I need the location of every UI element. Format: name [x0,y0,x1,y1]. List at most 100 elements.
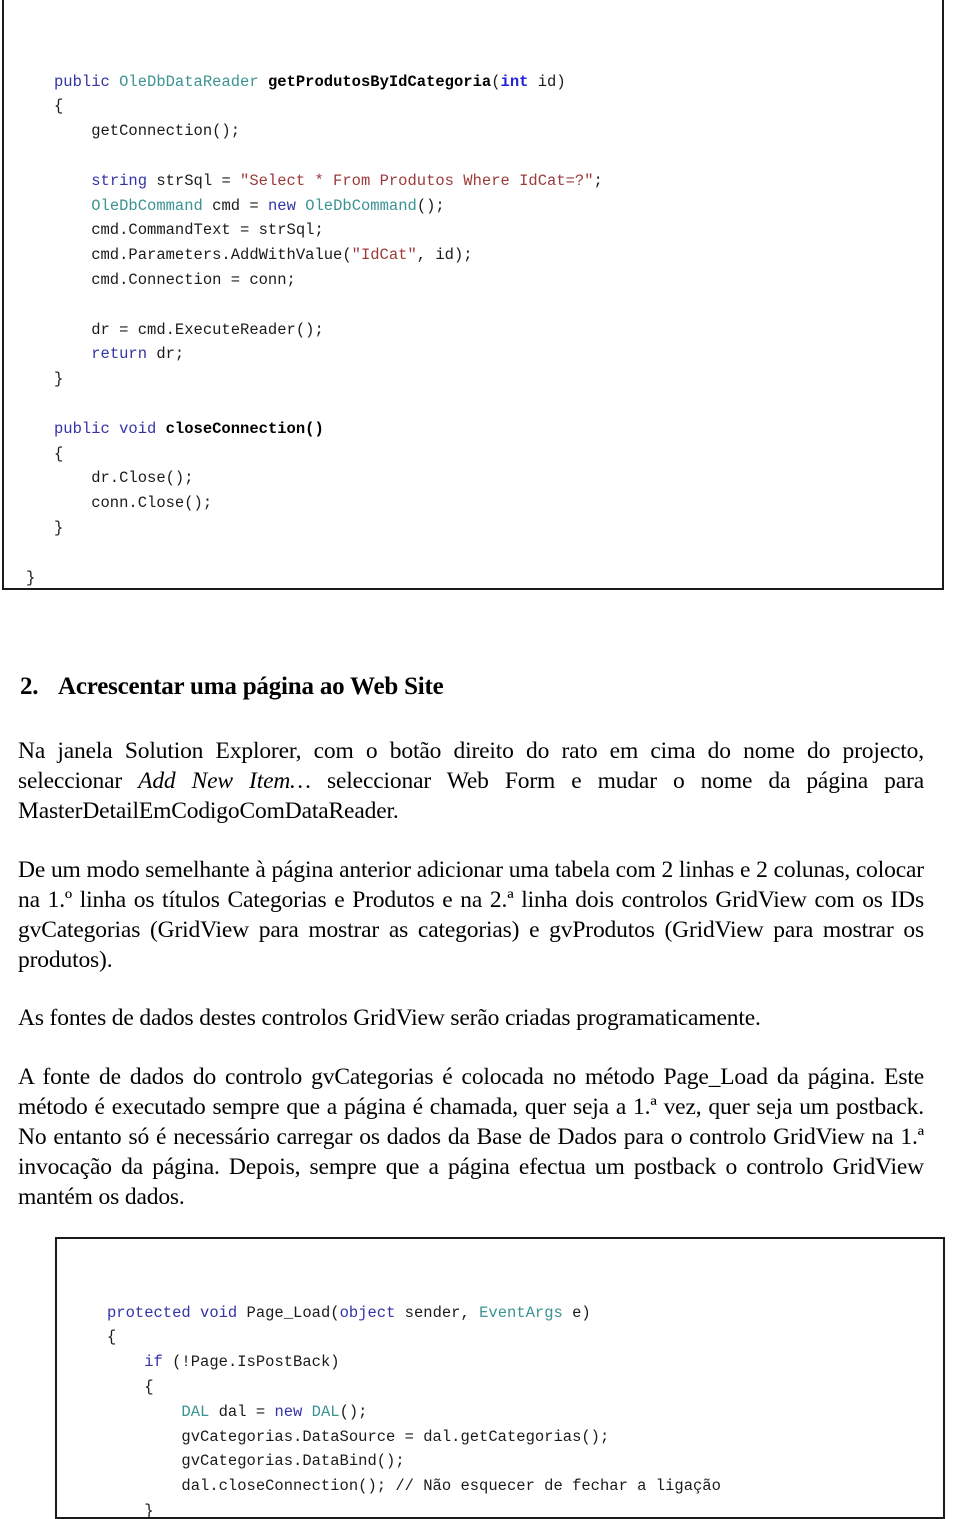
code-token: conn.Close(); [54,494,213,513]
section-heading-2: 2. Acrescentar uma página ao Web Site [20,672,920,702]
code-token: gvCategorias.DataBind(); [107,1452,405,1471]
code-token: public void [54,419,166,438]
code-token: OleDbCommand [305,196,417,215]
code-token: string [91,171,148,190]
code-token: ( [330,1303,340,1322]
code-token: return [91,345,148,364]
code-line: OleDbCommand cmd = new OleDbCommand(); [54,194,942,219]
code-block-page-load: protected void Page_Load(object sender, … [55,1237,945,1519]
code-token: ( [491,72,501,91]
paragraph-fontes-de-dados: As fontes de dados destes controlos Grid… [18,1005,761,1031]
code-token: closeConnection() [165,419,324,438]
code-token: { [54,444,64,463]
code-line: gvCategorias.DataSource = dal.getCategor… [107,1425,943,1450]
code-token: getProdutosByIdCategoria [267,72,492,91]
code-line: public void closeConnection() [54,417,942,442]
code-token: id) [528,72,566,91]
code-line: { [107,1375,943,1400]
code-line: } [54,367,942,392]
code-token: OleDbCommand [91,196,203,215]
code-line: dr.Close(); [54,466,942,491]
code-token: e) [562,1303,591,1322]
code-line: string strSql = "Select * From Produtos … [54,169,942,194]
code-line: cmd.Parameters.AddWithValue("IdCat", id)… [54,243,942,268]
code-token: dr = cmd.ExecuteReader(); [54,320,324,339]
code-line: gvCategorias.DataBind(); [107,1449,943,1474]
code-line: public OleDbDataReader getProdutosByIdCa… [54,70,942,95]
code-line: { [54,442,942,467]
code-line [54,541,942,566]
code-line: cmd.Connection = conn; [54,268,942,293]
code-token: { [107,1328,117,1347]
code-line: } [54,516,942,541]
code-token: gvCategorias.DataSource = dal.getCategor… [107,1427,610,1446]
code-token: strSql = [147,171,241,190]
paragraph-tabela: De um modo semelhante à página anterior … [18,857,924,973]
code-token: protected void [107,1303,247,1322]
code-token: if [144,1353,163,1372]
code-token: dr.Close(); [54,469,194,488]
code-line: dr = cmd.ExecuteReader(); [54,318,942,343]
code-block-dal-methods: public OleDbDataReader getProdutosByIdCa… [2,0,944,590]
code-block-dal-methods-content: public OleDbDataReader getProdutosByIdCa… [4,46,942,588]
code-token: "IdCat" [351,246,417,265]
code-token: cmd.CommandText = strSql; [54,221,324,240]
code-line: getConnection(); [54,119,942,144]
code-line: if (!Page.IsPostBack) [107,1350,943,1375]
code-token: DAL [181,1402,210,1421]
code-token: } [26,568,36,587]
code-token: new [267,196,296,215]
code-line: } [26,566,942,588]
section-heading-2-text: Acrescentar uma página ao Web Site [58,673,444,700]
code-token: EventArgs [479,1303,563,1322]
code-token: cmd.Connection = conn; [54,270,296,289]
code-token: OleDbDataReader [119,72,268,91]
code-token: { [107,1377,154,1396]
code-token: (); [416,196,445,215]
code-token: new [274,1402,303,1421]
code-line: cmd.CommandText = strSql; [54,218,942,243]
code-line: return dr; [54,342,942,367]
document-page: public OleDbDataReader getProdutosByIdCa… [0,0,960,1519]
code-token: sender, [395,1303,480,1322]
paragraph-page-load: A fonte de dados do controlo gvCategoria… [18,1064,924,1210]
code-token: , id); [416,246,473,265]
code-token: cmd.Parameters.AddWithValue( [54,246,352,265]
code-token: public [54,72,120,91]
code-token: cmd = [202,196,268,215]
code-line [54,392,942,417]
code-line: protected void Page_Load(object sender, … [107,1301,943,1326]
code-token: (); [339,1402,368,1421]
code-token: dr; [147,345,185,364]
code-token: "Select * From Produtos Where IdCat=?" [240,171,594,190]
code-line [54,144,942,169]
code-token: dal.closeConnection(); // Não esquecer d… [107,1477,721,1496]
paragraph-solution-explorer-italic: Add New Item… [138,768,311,794]
code-token: } [107,1501,154,1519]
code-token: Page_Load [246,1303,331,1322]
code-line: DAL dal = new DAL(); [107,1400,943,1425]
code-token: (!Page.IsPostBack) [162,1353,340,1372]
code-token: int [500,72,529,91]
code-token: { [54,97,64,116]
code-token: ; [593,171,603,190]
code-token: } [54,370,64,389]
code-token: } [54,518,64,537]
code-line: { [107,1325,943,1350]
paragraph-solution-explorer: Na janela Solution Explorer, com o botão… [18,736,924,826]
code-token: DAL [311,1402,340,1421]
code-block-page-load-content: protected void Page_Load(object sender, … [57,1289,943,1519]
code-token: object [339,1303,396,1322]
code-token: getConnection(); [54,122,241,141]
